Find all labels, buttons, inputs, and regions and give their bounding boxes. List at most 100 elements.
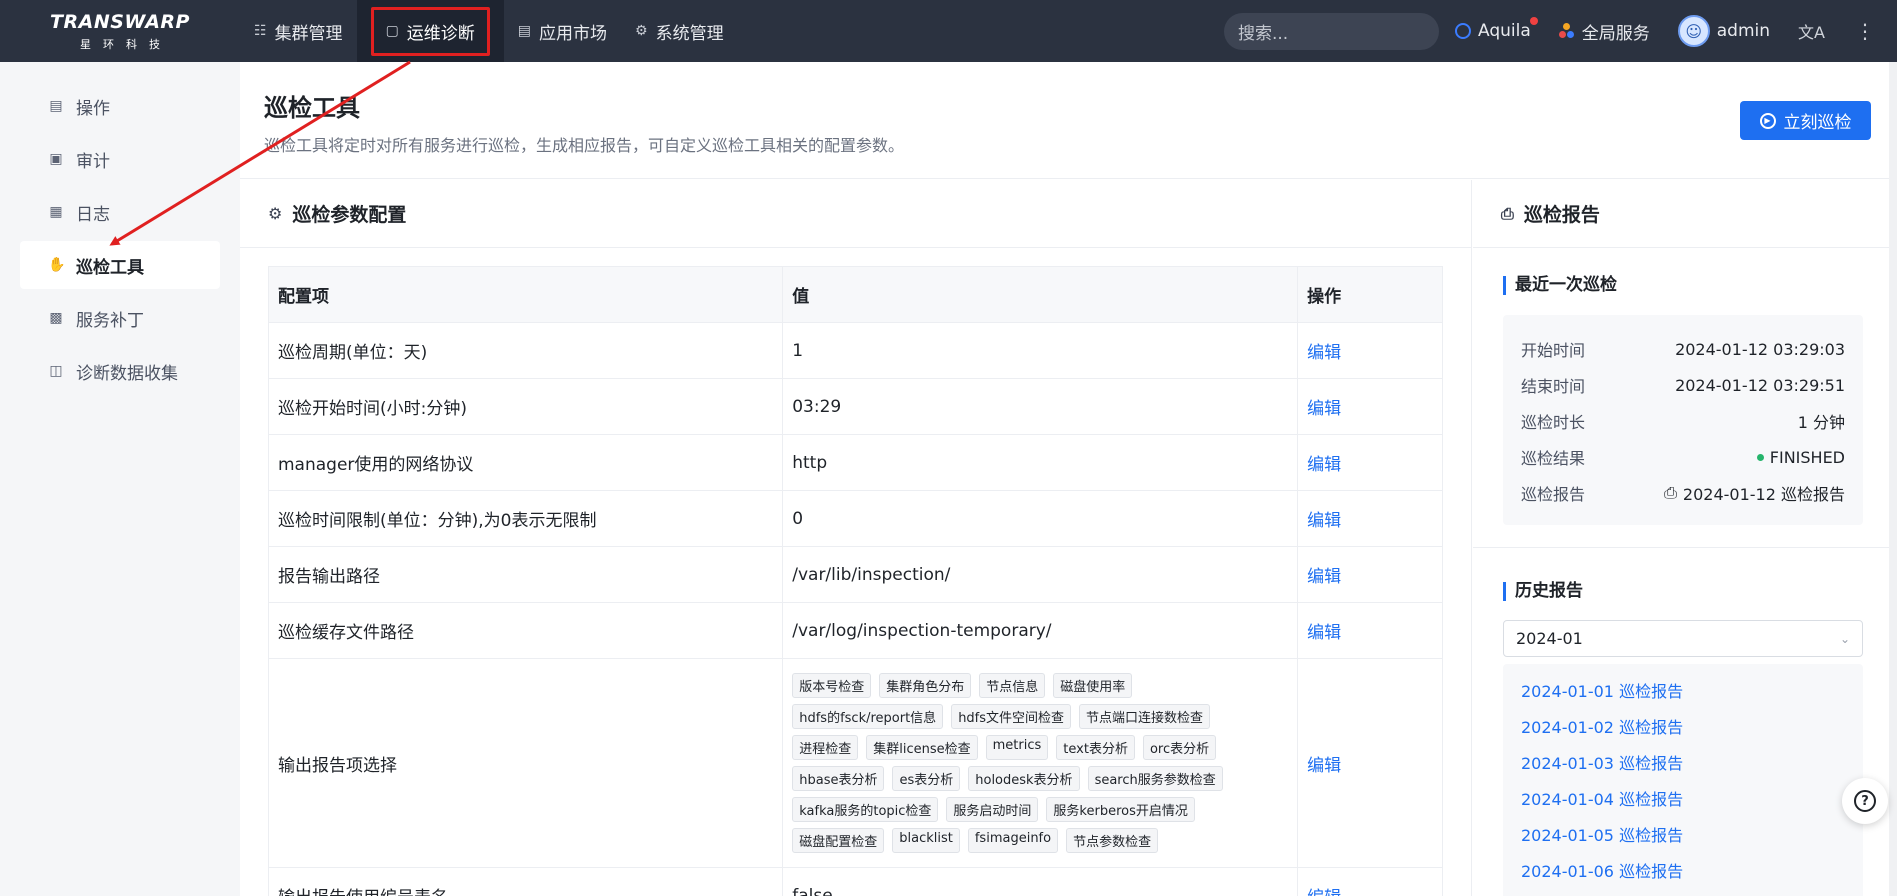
edit-link[interactable]: 编辑: [1297, 322, 1443, 379]
run-inspection-button[interactable]: ▶ 立刻巡检: [1740, 101, 1871, 140]
edit-link[interactable]: 编辑: [1297, 602, 1443, 659]
main-content: 巡检工具 巡检工具将定时对所有服务进行巡检，生成相应报告，可自定义巡检工具相关的…: [240, 62, 1897, 896]
page-description: 巡检工具将定时对所有服务进行巡检，生成相应报告，可自定义巡检工具相关的配置参数。: [264, 136, 905, 155]
database-icon: ◫: [49, 363, 63, 379]
report-item-tags: 版本号检查 集群角色分布 节点信息 磁盘使用率 hdfs的fsck/report信息 hd…: [792, 659, 1262, 867]
history-report-list: 2024-01-01 巡检报告 2024-01-02 巡检报告 2024-01-…: [1503, 664, 1863, 896]
report-item-tag: search服务参数检查: [1087, 766, 1223, 791]
report-item-tag: hbase表分析: [792, 766, 885, 791]
config-key: 输出报告项选择: [267, 658, 784, 868]
more-vertical-icon[interactable]: ⋮: [1855, 19, 1875, 43]
notification-dot: [1529, 17, 1538, 25]
info-row-duration: 巡检时长 1 分钟: [1521, 403, 1845, 439]
nav-cluster[interactable]: ☷ 集群管理: [240, 0, 357, 62]
sidebar-item-inspection[interactable]: ✋ 巡检工具: [20, 241, 220, 289]
sidebar-item-patch[interactable]: ▩ 服务补丁: [20, 294, 220, 342]
sidebar-item-label: 审计: [76, 151, 110, 172]
config-key: 巡检周期(单位：天): [267, 322, 784, 379]
translate-icon[interactable]: 文A: [1798, 19, 1825, 43]
user-name: admin: [1716, 21, 1771, 41]
config-value: false: [782, 867, 1299, 896]
report-item-tag: 节点参数检查: [1066, 828, 1159, 853]
help-icon: ?: [1854, 790, 1876, 812]
history-report-link[interactable]: 2024-01-04 巡检报告: [1521, 780, 1845, 816]
sidebar-item-label: 操作: [76, 98, 110, 119]
month-select[interactable]: 2024-01 ⌄: [1503, 620, 1863, 657]
report-panel-header: ⎙ 巡检报告: [1473, 180, 1897, 248]
report-item-tag: 版本号检查: [792, 673, 872, 698]
gear-icon: ⚙: [635, 23, 648, 39]
user-menu[interactable]: ☺ admin: [1677, 15, 1771, 47]
edit-link[interactable]: 编辑: [1297, 378, 1443, 435]
info-row-start: 开始时间 2024-01-12 03:29:03: [1521, 331, 1845, 367]
report-item-tag: 节点端口连接数检查: [1079, 704, 1211, 729]
operation-icon: ▤: [49, 98, 63, 114]
edit-link[interactable]: 编辑: [1297, 867, 1443, 896]
info-row-end: 结束时间 2024-01-12 03:29:51: [1521, 367, 1845, 403]
config-panel-title: 巡检参数配置: [292, 204, 407, 226]
chevron-down-icon: ⌄: [1839, 631, 1850, 646]
sidebar-item-label: 诊断数据收集: [76, 363, 178, 384]
sidebar-item-audit[interactable]: ▣ 审计: [20, 135, 220, 183]
config-key: manager使用的网络协议: [267, 434, 784, 491]
sidebar: ▤ 操作 ▣ 审计 ▦ 日志 ✋ 巡检工具 ▩ 服务补丁 ◫ 诊断数据收集: [0, 62, 240, 896]
info-key: 巡检报告: [1521, 485, 1586, 504]
nav-diagnose[interactable]: ▢ 运维诊断: [356, 0, 504, 62]
edit-link[interactable]: 编辑: [1297, 434, 1443, 491]
page-scrollbar[interactable]: [1889, 62, 1897, 896]
config-panel-header: ⚙ 巡检参数配置: [240, 180, 1471, 248]
table-row: 巡检周期(单位：天) 1 编辑: [267, 322, 1443, 379]
config-table: 配置项 值 操作 巡检周期(单位：天) 1 编辑 巡检开始时间(小时:分钟) 0…: [267, 266, 1443, 896]
aquila-button[interactable]: Aquila: [1455, 17, 1538, 41]
status-dot: [1756, 453, 1764, 461]
table-row: 巡检缓存文件路径 /var/log/inspection-temporary/ …: [267, 602, 1443, 659]
global-service-icon: [1558, 23, 1575, 39]
history-report-link[interactable]: 2024-01-05 巡检报告: [1521, 816, 1845, 852]
history-report-link[interactable]: 2024-01-01 巡检报告: [1521, 672, 1845, 708]
cluster-icon: ☷: [254, 23, 267, 39]
logo-sub: 星环科技: [80, 37, 172, 51]
sidebar-item-operation[interactable]: ▤ 操作: [20, 82, 220, 130]
report-item-tag: 磁盘使用率: [1053, 673, 1133, 698]
logo[interactable]: TRANSWARP 星环科技: [0, 0, 240, 62]
global-service-label: 全局服务: [1581, 23, 1650, 44]
search-input[interactable]: 搜索...: [1224, 12, 1439, 50]
info-row-report: 巡检报告 ⎙ 2024-01-12 巡检报告: [1521, 475, 1845, 511]
help-button[interactable]: ?: [1842, 778, 1888, 824]
nav-market-label: 应用市场: [539, 23, 608, 44]
history-report-link[interactable]: 2024-01-02 巡检报告: [1521, 708, 1845, 744]
sidebar-item-log[interactable]: ▦ 日志: [20, 188, 220, 236]
sidebar-item-label: 日志: [76, 204, 110, 225]
edit-link[interactable]: 编辑: [1297, 546, 1443, 603]
report-item-tag: metrics: [985, 735, 1049, 760]
aquila-icon: [1455, 23, 1471, 39]
report-item-tag: 服务启动时间: [946, 797, 1039, 822]
config-key: 输出报告使用编号表名: [267, 867, 784, 896]
config-value: http: [782, 434, 1299, 491]
report-item-tag: 集群角色分布: [879, 673, 972, 698]
edit-link[interactable]: 编辑: [1297, 658, 1443, 868]
table-header-row: 配置项 值 操作: [267, 266, 1443, 323]
nav-diagnose-highlight: ▢ 运维诊断: [370, 6, 490, 56]
history-report-link[interactable]: 2024-01-06 巡检报告: [1521, 852, 1845, 888]
patch-icon: ▩: [49, 310, 63, 326]
history-report-title: 历史报告: [1503, 582, 1583, 601]
nav-system[interactable]: ⚙ 系统管理: [621, 0, 738, 62]
info-key: 开始时间: [1521, 341, 1586, 360]
latest-report-link-text: 2024-01-12 巡检报告: [1682, 485, 1845, 504]
global-service-button[interactable]: 全局服务: [1558, 19, 1650, 44]
info-value: 1 分钟: [1797, 413, 1845, 432]
sidebar-item-diagnostic-collect[interactable]: ◫ 诊断数据收集: [20, 347, 220, 395]
latest-report-link[interactable]: ⎙ 2024-01-12 巡检报告: [1664, 481, 1845, 505]
report-item-tag: hdfs的fsck/report信息: [792, 704, 944, 729]
nav-market[interactable]: ▤ 应用市场: [504, 0, 621, 62]
topbar-right: 搜索... Aquila 全局服务 ☺ admin 文A ⋮: [1224, 0, 1897, 62]
info-key: 巡检结果: [1521, 449, 1586, 468]
config-value: /var/log/inspection-temporary/: [782, 602, 1299, 659]
config-key: 巡检缓存文件路径: [267, 602, 784, 659]
report-item-tag: es表分析: [892, 766, 961, 791]
edit-link[interactable]: 编辑: [1297, 490, 1443, 547]
audit-icon: ▣: [49, 151, 63, 167]
history-report-link[interactable]: 2024-01-03 巡检报告: [1521, 744, 1845, 780]
table-row: 输出报告项选择 版本号检查 集群角色分布 节点信息 磁盘使用率 hdfs的fsck/re…: [267, 658, 1443, 868]
